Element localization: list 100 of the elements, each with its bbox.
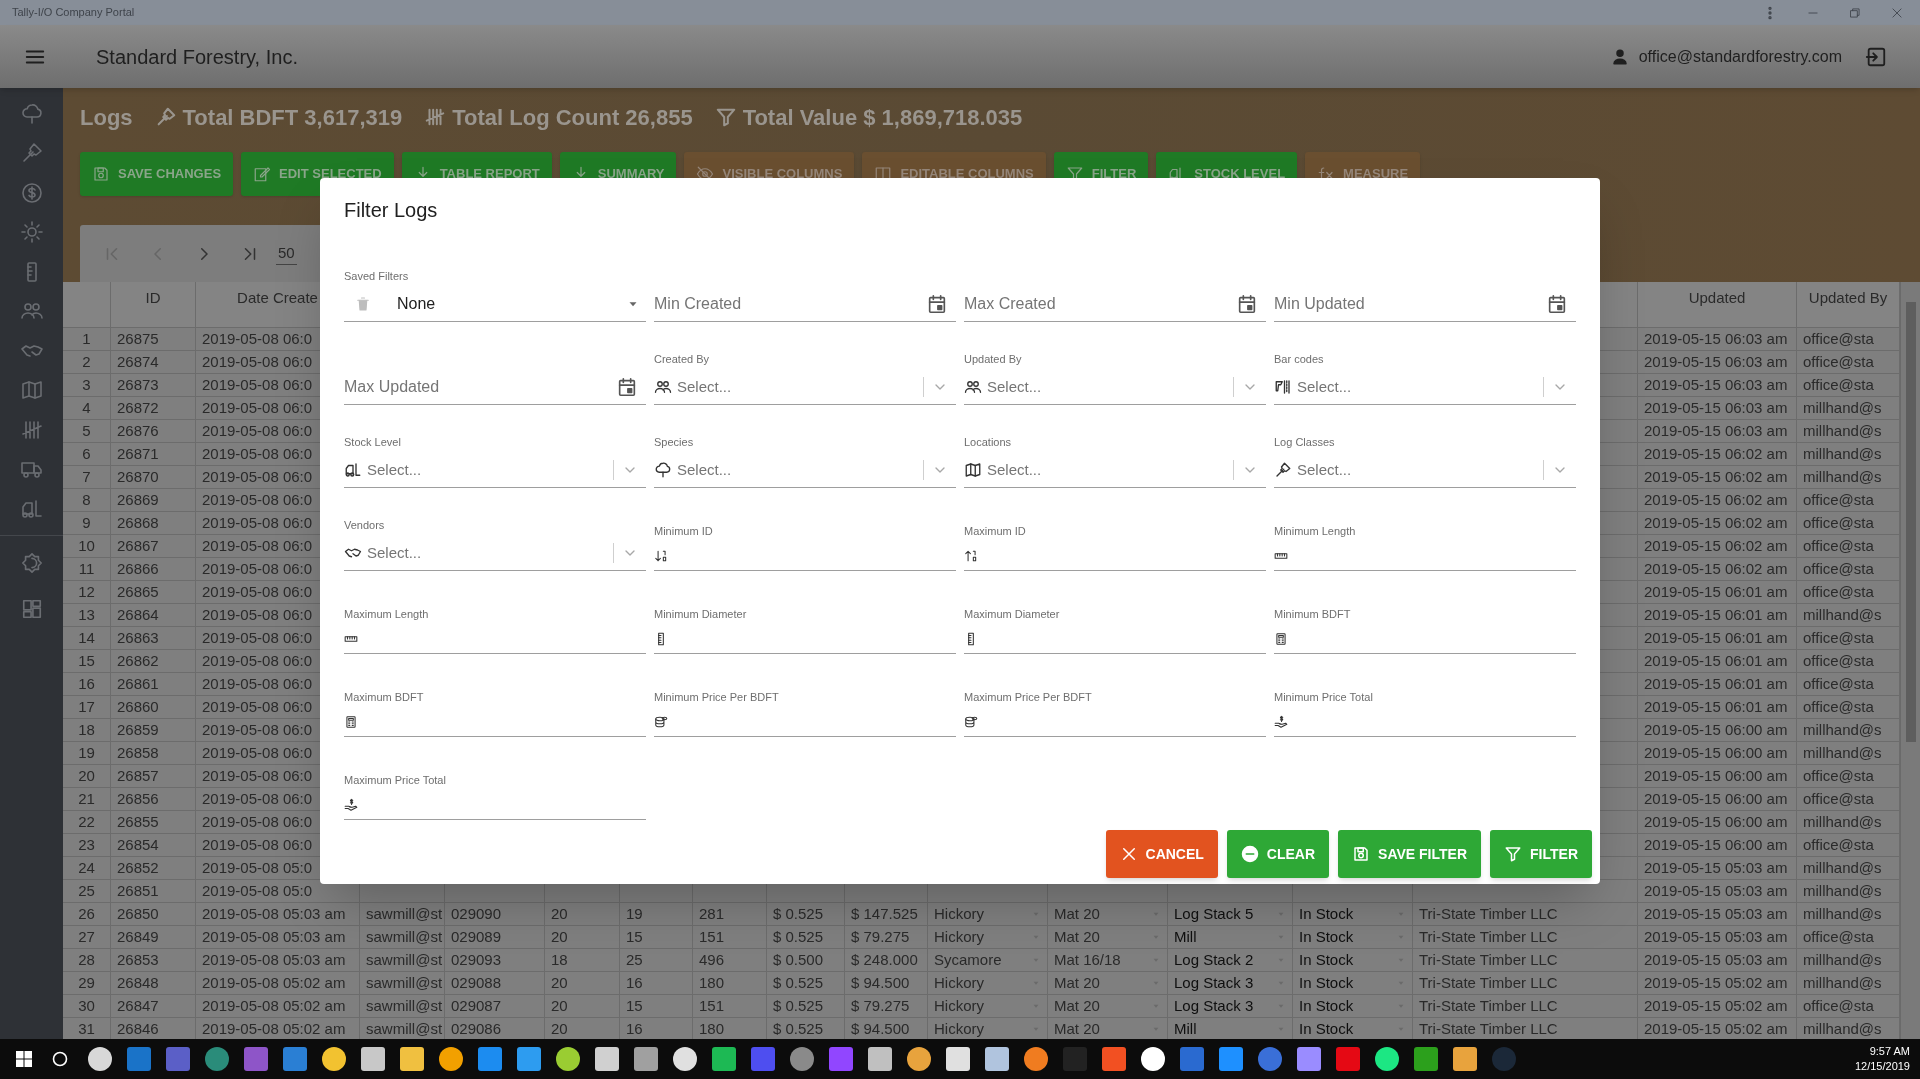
table-cell: 029093	[445, 949, 545, 972]
taskbar-app-icon[interactable]	[1024, 1047, 1048, 1071]
restore-icon[interactable]	[1848, 5, 1862, 20]
taskbar-app-icon[interactable]	[556, 1047, 580, 1071]
field-label: Maximum Price Per BDFT	[964, 689, 1092, 705]
taskbar-time: 9:57 AM	[1869, 1044, 1910, 1059]
company-name: Standard Forestry, Inc.	[96, 44, 298, 70]
taskbar-app-icon[interactable]	[673, 1047, 697, 1071]
table-cell: 26862	[111, 650, 196, 673]
table-cell: Tri-State Timber LLC	[1413, 972, 1638, 995]
table-cell: 151	[693, 926, 767, 949]
select-field[interactable]: Select...	[367, 452, 613, 487]
filter-icon	[1504, 845, 1523, 863]
table-cell: sawmill@st	[360, 949, 445, 972]
calendar-icon[interactable]	[1236, 292, 1258, 315]
table-cell: Hickory	[928, 926, 1048, 949]
table-cell: 25	[620, 949, 693, 972]
user-icon	[1610, 47, 1629, 66]
toolbar-button[interactable]: SAVE CHANGES	[80, 152, 234, 196]
field-label: Updated By	[964, 352, 1022, 367]
field-label: Minimum Price Per BDFT	[654, 689, 779, 705]
tree-icon	[654, 460, 672, 479]
table-cell: $ 0.525	[767, 926, 845, 949]
field-label: Minimum Price Total	[1274, 689, 1373, 705]
table-cell: 2019-05-15 06:02 am	[1638, 489, 1797, 512]
date-field[interactable]: Min Updated	[1274, 286, 1546, 321]
table-cell: Sycamore	[928, 949, 1048, 972]
sun-icon[interactable]	[19, 220, 44, 245]
dialog-button[interactable]: SAVE FILTER	[1338, 830, 1482, 878]
saved-filter-select[interactable]: None	[344, 286, 646, 322]
calendar-icon[interactable]	[1546, 292, 1568, 315]
table-cell: 26869	[111, 489, 196, 512]
table-cell: 20	[545, 903, 620, 926]
brightness-icon[interactable]	[20, 551, 43, 574]
barcode-scanner-icon	[1274, 377, 1292, 396]
table-cell: In Stock	[1293, 949, 1413, 972]
close-icon[interactable]	[1890, 5, 1904, 20]
dialog-button[interactable]: CLEAR	[1226, 830, 1330, 878]
page-size-select[interactable]: 50	[276, 241, 297, 266]
select-field[interactable]: Select...	[987, 369, 1233, 404]
dialog-button[interactable]: FILTER	[1490, 830, 1592, 878]
table-cell: 26860	[111, 696, 196, 719]
row-number: 9	[63, 512, 111, 535]
calendar-icon[interactable]	[616, 375, 638, 398]
column-header[interactable]: Updated By	[1797, 282, 1900, 328]
forklift-icon	[344, 460, 362, 479]
table-cell: $ 0.525	[767, 995, 845, 1018]
table-cell: 26865	[111, 581, 196, 604]
calculator-icon	[344, 714, 358, 729]
table-cell: Tri-State Timber LLC	[1413, 995, 1638, 1018]
taskbar-app-icon[interactable]	[1375, 1047, 1399, 1071]
table-cell: 2019-05-15 06:01 am	[1638, 581, 1797, 604]
table-cell: 496	[693, 949, 767, 972]
table-cell: 26858	[111, 742, 196, 765]
table-cell: 2019-05-08 05:02 am	[196, 972, 360, 995]
select-field[interactable]: Select...	[1297, 452, 1543, 487]
table-cell: Mat 20	[1048, 972, 1168, 995]
row-number: 4	[63, 397, 111, 420]
trash-icon[interactable]	[354, 294, 372, 313]
calendar-icon[interactable]	[926, 292, 948, 315]
select-field[interactable]: Select...	[677, 369, 923, 404]
sort-up-icon	[964, 548, 978, 563]
table-cell: 26854	[111, 834, 196, 857]
tree-icon[interactable]	[19, 101, 44, 126]
table-cell: 26872	[111, 397, 196, 420]
field-label: Maximum Diameter	[964, 606, 1060, 622]
table-cell: 26850	[111, 903, 196, 926]
date-field[interactable]: Min Created	[654, 286, 926, 321]
date-field[interactable]: Max Created	[964, 286, 1236, 321]
field-label: Species	[654, 435, 694, 450]
table-cell: 20	[545, 926, 620, 949]
dollar-icon[interactable]	[19, 180, 44, 205]
select-field[interactable]: Select...	[1297, 369, 1543, 404]
taskbar-app-icon[interactable]	[790, 1047, 814, 1071]
row-number: 24	[63, 857, 111, 880]
select-field[interactable]: Select...	[677, 452, 923, 487]
scrollbar[interactable]	[1900, 282, 1920, 1039]
table-cell: In Stock	[1293, 995, 1413, 1018]
dialog-button[interactable]: CANCEL	[1105, 830, 1218, 878]
table-cell: 26874	[111, 351, 196, 374]
table-cell: Tri-State Timber LLC	[1413, 926, 1638, 949]
field-label: Bar codes	[1274, 352, 1324, 367]
column-header[interactable]: Updated	[1638, 282, 1797, 328]
search-icon[interactable]	[52, 1051, 68, 1067]
table-cell: 2019-05-15 05:03 am	[1638, 903, 1797, 926]
table-cell: $ 0.525	[767, 903, 845, 926]
taskbar-app-icon[interactable]	[907, 1047, 931, 1071]
axe-icon	[1274, 460, 1292, 479]
table-cell: sawmill@st	[360, 903, 445, 926]
dashboard-icon[interactable]	[20, 597, 43, 620]
select-field[interactable]: Select...	[987, 452, 1233, 487]
table-cell: 2019-05-08 05:03 am	[196, 903, 360, 926]
column-header[interactable]	[63, 282, 111, 328]
taskbar-app-icon[interactable]	[439, 1047, 463, 1071]
taskbar-app-icon[interactable]	[1141, 1047, 1165, 1071]
taskbar-app-icon[interactable]	[88, 1047, 112, 1071]
windows-start-icon[interactable]	[16, 1051, 32, 1067]
column-header[interactable]: ID	[111, 282, 196, 328]
taskbar-app-icon[interactable]	[322, 1047, 346, 1071]
select-field[interactable]: Select...	[367, 535, 613, 570]
